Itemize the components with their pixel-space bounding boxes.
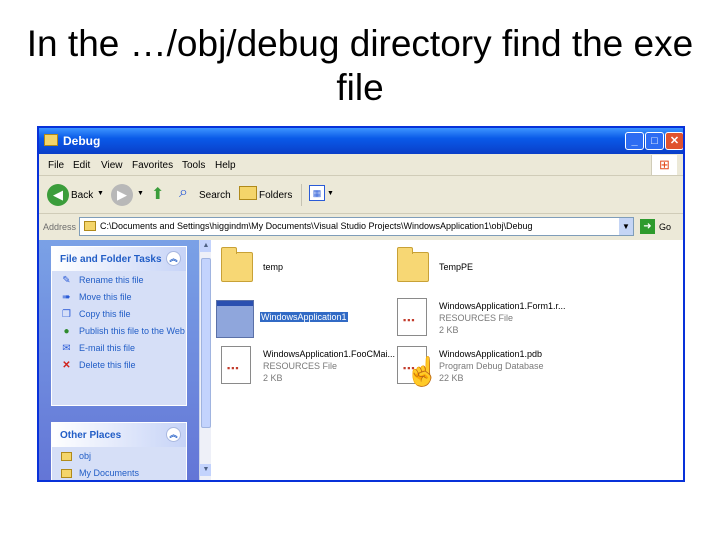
- task-pane-scrollbar[interactable]: ▲ ▼: [199, 240, 212, 480]
- task-label: Copy this file: [79, 309, 131, 319]
- task-email[interactable]: ✉ E-mail this file: [52, 339, 186, 356]
- file-name: WindowsApplication1.Form1.r...: [439, 301, 566, 311]
- chevron-down-icon[interactable]: ▼: [97, 190, 104, 197]
- menu-tools[interactable]: Tools: [182, 160, 205, 171]
- address-bar: Address C:\Documents and Settings\higgin…: [39, 214, 683, 240]
- collapse-chevron-icon[interactable]: ︽: [166, 427, 181, 442]
- collapse-chevron-icon[interactable]: ︽: [166, 251, 181, 266]
- file-folder-tasks-panel: File and Folder Tasks ︽ ✎ Rename this fil…: [51, 246, 187, 406]
- menu-help[interactable]: Help: [215, 160, 236, 171]
- file-name: WindowsApplication1.pdb: [439, 349, 543, 359]
- chevron-down-icon[interactable]: ▼: [137, 190, 144, 197]
- up-folder-icon[interactable]: ⬆: [151, 184, 164, 204]
- task-rename[interactable]: ✎ Rename this file: [52, 271, 186, 288]
- menu-view[interactable]: View: [101, 160, 123, 171]
- delete-icon: ✕: [62, 360, 71, 371]
- title-bar[interactable]: Debug _ □ ✕: [39, 128, 683, 154]
- hand-cursor-icon: ☝: [405, 356, 440, 387]
- scrollbar-thumb[interactable]: [201, 258, 211, 428]
- rename-icon: ✎: [62, 275, 71, 286]
- place-obj[interactable]: obj: [52, 447, 186, 464]
- panel-heading[interactable]: File and Folder Tasks ︽: [52, 247, 186, 271]
- email-icon: ✉: [62, 343, 71, 354]
- move-icon: ➠: [62, 292, 71, 303]
- minimize-button[interactable]: _: [625, 132, 644, 150]
- file-item-temppe[interactable]: TempPE: [395, 247, 615, 300]
- folders-icon[interactable]: [239, 186, 257, 200]
- file-name: WindowsApplication1: [260, 312, 348, 322]
- resources-file-icon: [397, 298, 427, 336]
- task-label: E-mail this file: [79, 343, 136, 353]
- address-input[interactable]: C:\Documents and Settings\higgindm\My Do…: [79, 217, 634, 236]
- file-name: WindowsApplication1.FooCMai...: [263, 349, 396, 359]
- folder-icon: [221, 247, 253, 282]
- back-label[interactable]: Back: [71, 190, 93, 201]
- task-label: Delete this file: [79, 360, 136, 370]
- file-type: RESOURCES File: [263, 361, 338, 371]
- menu-favorites[interactable]: Favorites: [132, 160, 173, 171]
- folder-icon: [61, 452, 72, 461]
- file-size: 2 KB: [439, 325, 459, 335]
- maximize-button[interactable]: □: [645, 132, 664, 150]
- file-item-form1-resources[interactable]: WindowsApplication1.Form1.r... RESOURCES…: [395, 298, 615, 348]
- menu-file[interactable]: File: [48, 160, 64, 171]
- folder-icon: [61, 469, 72, 478]
- forward-arrow-icon[interactable]: ▶: [111, 184, 133, 206]
- folder-icon: [397, 247, 429, 282]
- file-list: temp TempPE WindowsApplication1 WindowsA…: [211, 240, 683, 480]
- menu-edit[interactable]: Edit: [73, 160, 90, 171]
- address-path: C:\Documents and Settings\higgindm\My Do…: [100, 221, 533, 231]
- task-copy[interactable]: ❐ Copy this file: [52, 305, 186, 322]
- go-arrow-icon[interactable]: ➜: [640, 219, 655, 234]
- file-name: TempPE: [439, 262, 474, 272]
- folders-button[interactable]: Folders: [259, 190, 292, 201]
- toolbar: ◀ Back ▼ ▶ ▼ ⬆ ⌕ Search Folders ▦ ▼: [39, 176, 683, 214]
- panel-title: Other Places: [60, 430, 122, 441]
- folder-icon: [84, 221, 96, 231]
- file-name: temp: [263, 262, 284, 272]
- file-size: 2 KB: [263, 373, 283, 383]
- windows-logo-icon: ⊞: [651, 155, 677, 175]
- window-title: Debug: [63, 134, 101, 148]
- task-delete[interactable]: ✕ Delete this file: [52, 356, 186, 373]
- panel-title: File and Folder Tasks: [60, 254, 162, 265]
- menu-bar: File Edit View Favorites Tools Help: [39, 154, 683, 176]
- file-size: 22 KB: [439, 373, 464, 383]
- task-label: Publish this file to the Web: [79, 326, 185, 336]
- search-button[interactable]: Search: [199, 190, 231, 201]
- place-my-documents[interactable]: My Documents: [52, 464, 186, 480]
- other-places-panel: Other Places ︽ obj My Documents: [51, 422, 187, 480]
- publish-icon: ●: [63, 326, 70, 337]
- panel-heading[interactable]: Other Places ︽: [52, 423, 186, 447]
- task-publish[interactable]: ● Publish this file to the Web: [52, 322, 186, 339]
- place-label: obj: [79, 451, 92, 461]
- file-type: Program Debug Database: [439, 361, 544, 371]
- back-arrow-icon[interactable]: ◀: [47, 184, 69, 206]
- task-label: Rename this file: [79, 275, 144, 285]
- place-label: My Documents: [79, 468, 140, 478]
- resources-file-icon: [221, 346, 251, 384]
- views-icon[interactable]: ▦: [309, 185, 325, 201]
- close-button[interactable]: ✕: [665, 132, 683, 150]
- task-label: Move this file: [79, 292, 132, 302]
- slide-title: In the …/obj/debug directory find the ex…: [26, 23, 694, 108]
- toolbar-divider: [301, 184, 302, 206]
- search-icon[interactable]: ⌕: [179, 184, 188, 202]
- chevron-down-icon[interactable]: ▼: [327, 190, 334, 197]
- file-type: RESOURCES File: [439, 313, 514, 323]
- exe-icon: [216, 300, 254, 338]
- task-move[interactable]: ➠ Move this file: [52, 288, 186, 305]
- explorer-window: Debug _ □ ✕ File Edit View Favorites Too…: [37, 126, 685, 482]
- go-button[interactable]: Go: [659, 222, 671, 232]
- copy-icon: ❐: [62, 309, 71, 320]
- chevron-down-icon[interactable]: ▼: [619, 218, 633, 235]
- address-label: Address: [43, 222, 77, 232]
- task-pane: File and Folder Tasks ︽ ✎ Rename this fil…: [39, 240, 211, 480]
- folder-icon: [44, 134, 58, 146]
